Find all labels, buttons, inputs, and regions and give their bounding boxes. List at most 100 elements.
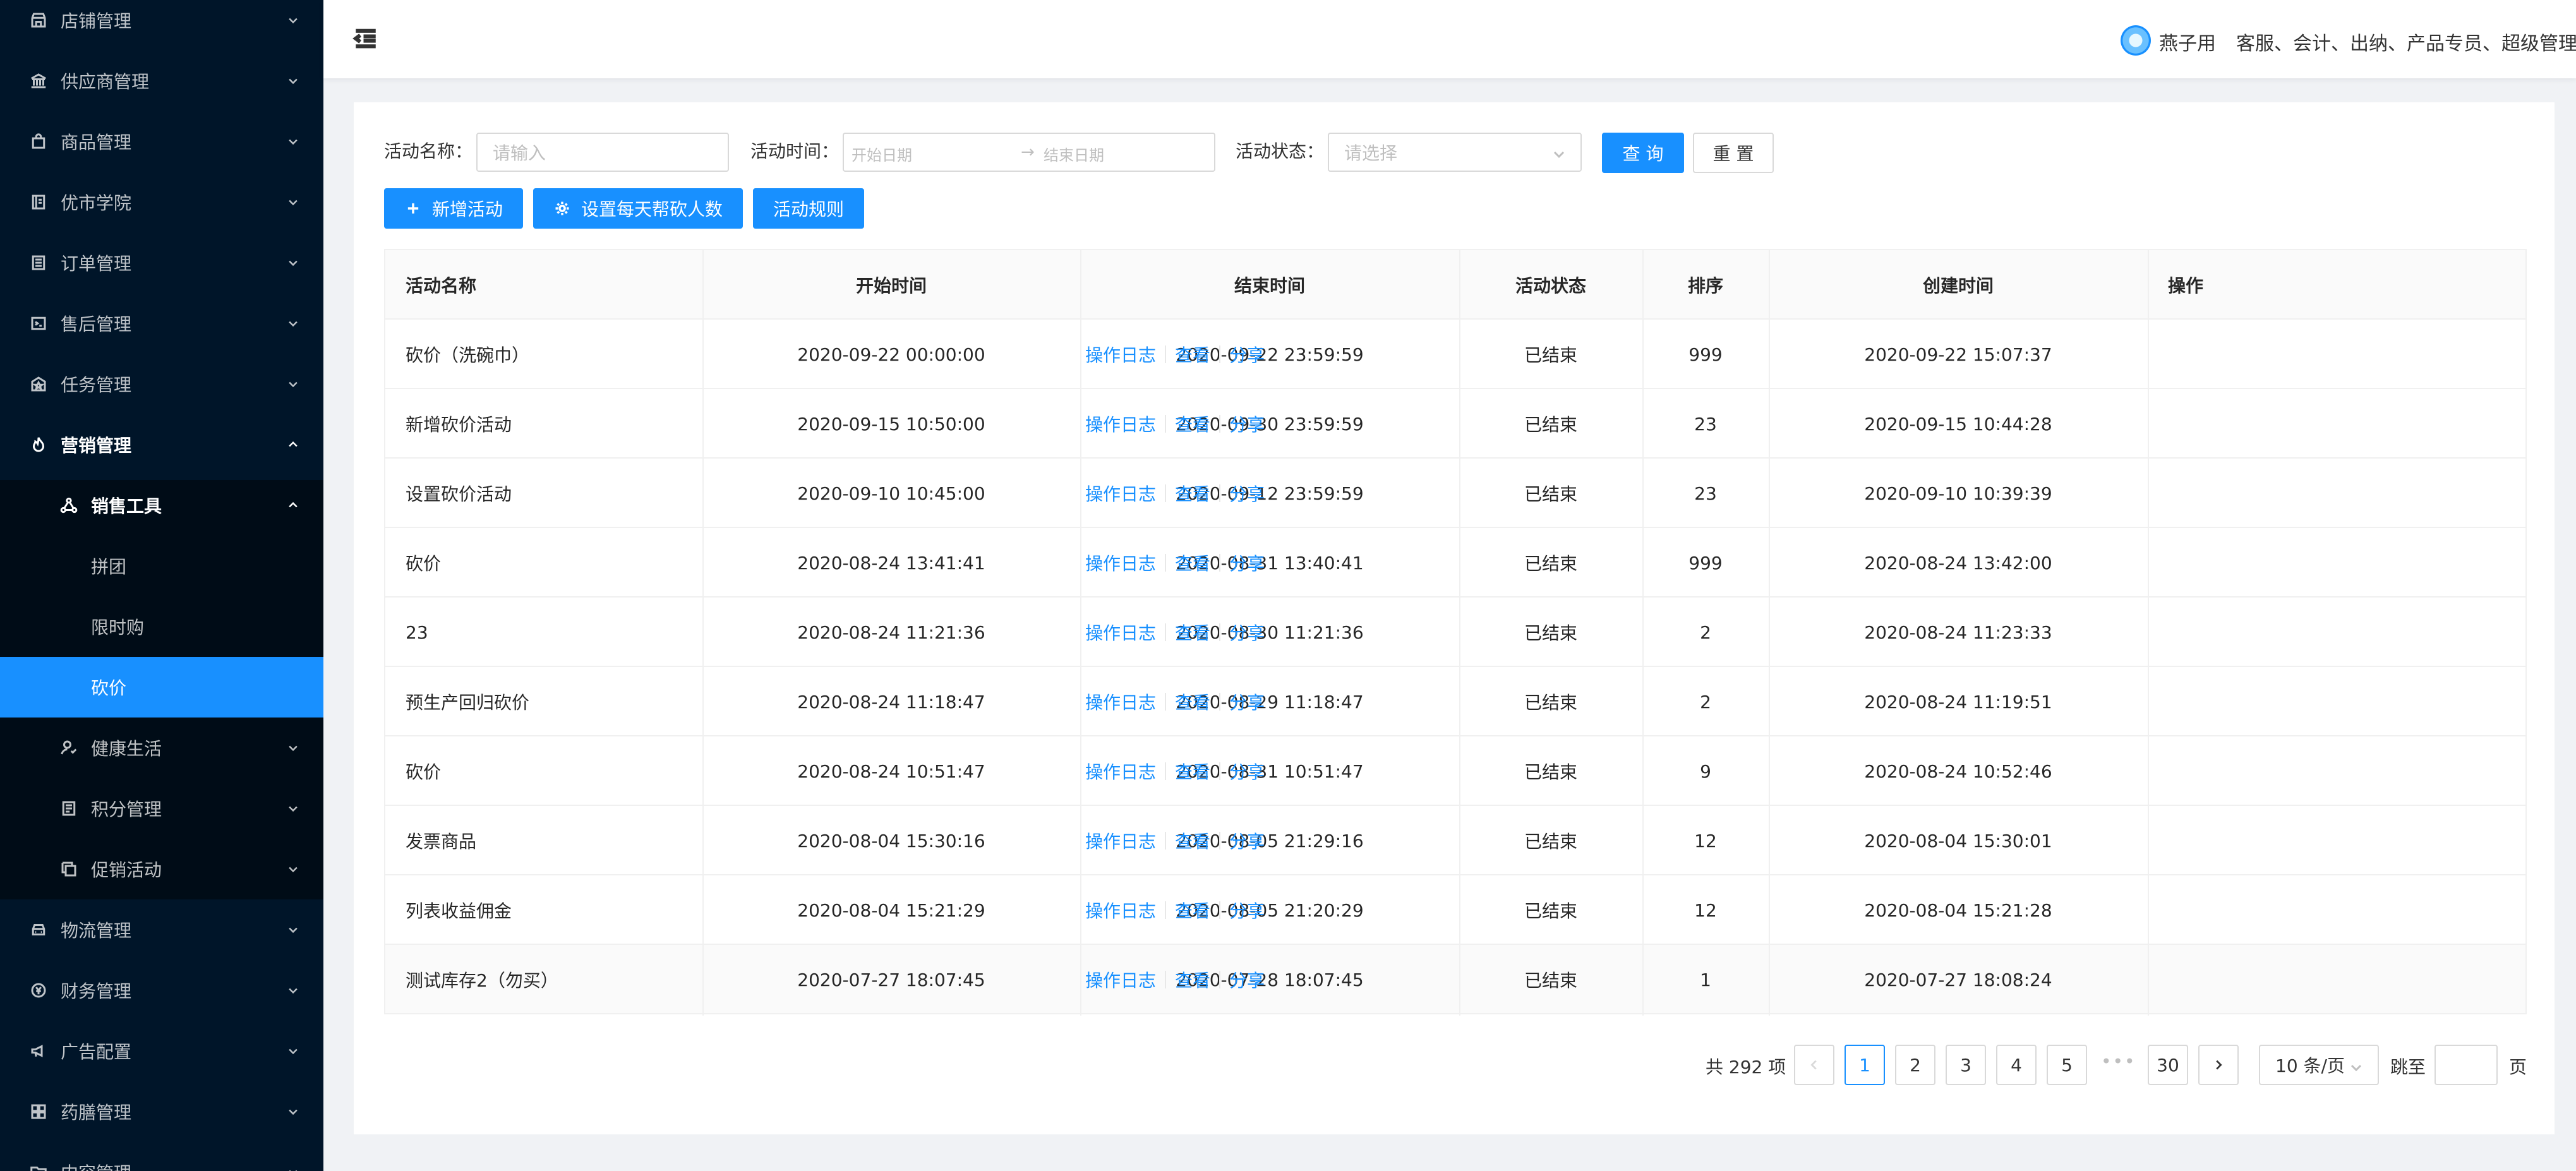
chevron-up-icon [287, 438, 299, 451]
sidebar-item-label: 内容管理 [61, 1160, 131, 1171]
view-link[interactable]: 查看 [1175, 342, 1210, 367]
sidebar-item-orders[interactable]: 订单管理 [0, 232, 323, 293]
operation-log-link[interactable]: 操作日志 [1085, 898, 1156, 923]
operation-log-link[interactable]: 操作日志 [1085, 550, 1156, 575]
operation-log-link[interactable]: 操作日志 [1085, 620, 1156, 645]
sidebar-item-bargain[interactable]: 砍价 [0, 657, 323, 718]
sidebar-item-shop[interactable]: 店铺管理 [0, 0, 323, 51]
query-button[interactable]: 查 询 [1602, 133, 1684, 173]
sidebar-item-goods[interactable]: 商品管理 [0, 111, 323, 172]
pagination-page-1[interactable]: 1 [1845, 1045, 1885, 1085]
sidebar-item-promotion[interactable]: 促销活动 [0, 839, 323, 899]
share-link[interactable]: 分享 [1229, 967, 1265, 992]
sidebar-item-label: 任务管理 [61, 375, 132, 395]
sidebar-item-group-buy[interactable]: 拼团 [0, 536, 323, 596]
chevron-down-icon [287, 863, 299, 875]
cell-sort: 12 [1694, 830, 1717, 851]
sidebar-item-supplier[interactable]: 供应商管理 [0, 51, 323, 111]
cell-created-time: 2020-08-04 15:30:01 [1864, 830, 2052, 851]
share-link[interactable]: 分享 [1229, 620, 1265, 645]
chevron-down-icon [287, 742, 299, 754]
pagination-jump-next[interactable]: ••• [2101, 1051, 2135, 1072]
activity-status-select[interactable]: 请选择 [1328, 133, 1582, 172]
pagination-page-last[interactable]: 30 [2148, 1045, 2188, 1085]
sidebar-item-points[interactable]: 积分管理 [0, 778, 323, 839]
cell-sort: 999 [1688, 344, 1723, 365]
activity-name-input[interactable]: 请输入 [476, 133, 729, 172]
share-link[interactable]: 分享 [1229, 689, 1265, 714]
pagination-next[interactable] [2198, 1045, 2239, 1085]
chevron-up-icon [287, 499, 299, 512]
operation-log-link[interactable]: 操作日志 [1085, 342, 1156, 367]
sidebar-item-sales-tools[interactable]: 销售工具 [0, 475, 323, 536]
set-daily-helpers-button[interactable]: 设置每天帮砍人数 [533, 188, 743, 229]
sidebar-item-diet[interactable]: 药膳管理 [0, 1081, 323, 1142]
pagination-page-2[interactable]: 2 [1895, 1045, 1935, 1085]
sidebar-item-label: 健康生活 [91, 738, 162, 759]
operation-log-link[interactable]: 操作日志 [1085, 759, 1156, 784]
user-name[interactable]: 燕子用 [2159, 28, 2216, 56]
view-link[interactable]: 查看 [1175, 411, 1210, 436]
activity-time-label: 活动时间： [750, 141, 840, 162]
operation-log-link[interactable]: 操作日志 [1085, 481, 1156, 506]
cell-status: 已结束 [1524, 484, 1577, 505]
sidebar-item-marketing[interactable]: 营销管理 [0, 414, 323, 475]
action-divider [1219, 693, 1221, 711]
cell-sort: 2 [1700, 622, 1711, 643]
sidebar-item-academy[interactable]: 优市学院 [0, 172, 323, 232]
activity-date-range-picker[interactable]: 开始日期 → 结束日期 [843, 133, 1215, 172]
pagination-page-suffix: 页 [2509, 1057, 2527, 1078]
activity-rules-button[interactable]: 活动规则 [753, 188, 864, 229]
sidebar-item-health[interactable]: 健康生活 [0, 718, 323, 778]
sidebar-item-ads[interactable]: 广告配置 [0, 1021, 323, 1081]
pagination-page-3[interactable]: 3 [1946, 1045, 1986, 1085]
sidebar-item-label: 商品管理 [61, 132, 132, 153]
share-link[interactable]: 分享 [1229, 411, 1265, 436]
pagination-prev[interactable] [1794, 1045, 1834, 1085]
view-link[interactable]: 查看 [1175, 828, 1210, 853]
view-link[interactable]: 查看 [1175, 689, 1210, 714]
share-link[interactable]: 分享 [1229, 828, 1265, 853]
sidebar-item-flash-sale[interactable]: 限时购 [0, 596, 323, 657]
operation-log-link[interactable]: 操作日志 [1085, 967, 1156, 992]
money-icon [29, 981, 48, 1000]
view-link[interactable]: 查看 [1175, 481, 1210, 506]
operation-log-link[interactable]: 操作日志 [1085, 411, 1156, 436]
share-link[interactable]: 分享 [1229, 550, 1265, 575]
menu-fold-icon[interactable] [352, 25, 379, 52]
add-activity-label: 新增活动 [431, 199, 503, 220]
view-link[interactable]: 查看 [1175, 759, 1210, 784]
sidebar-item-finance[interactable]: 财务管理 [0, 960, 323, 1021]
operation-log-link[interactable]: 操作日志 [1085, 689, 1156, 714]
status-placeholder: 请选择 [1344, 143, 1398, 164]
share-link[interactable]: 分享 [1229, 342, 1265, 367]
page-size-select[interactable]: 10 条/页 [2259, 1045, 2379, 1085]
sidebar-item-content[interactable]: 内容管理 [0, 1142, 323, 1171]
view-link[interactable]: 查看 [1175, 620, 1210, 645]
view-link[interactable]: 查看 [1175, 898, 1210, 923]
reset-button[interactable]: 重 置 [1693, 133, 1774, 173]
cell-created-time: 2020-09-10 10:39:39 [1864, 483, 2052, 504]
cell-created-time: 2020-08-24 13:42:00 [1864, 552, 2052, 573]
share-link[interactable]: 分享 [1229, 481, 1265, 506]
share-link[interactable]: 分享 [1229, 898, 1265, 923]
view-link[interactable]: 查看 [1175, 967, 1210, 992]
copy-icon [59, 860, 78, 879]
view-link[interactable]: 查看 [1175, 550, 1210, 575]
sidebar-item-tasks[interactable]: 任务管理 [0, 354, 323, 414]
pagination-page-4[interactable]: 4 [1996, 1045, 2037, 1085]
action-divider [1165, 415, 1167, 433]
pagination-jump-input[interactable] [2435, 1045, 2498, 1085]
sidebar-item-logistics[interactable]: 物流管理 [0, 899, 323, 960]
add-activity-button[interactable]: 新增活动 [384, 188, 523, 229]
chevron-down-icon [287, 378, 299, 390]
share-link[interactable]: 分享 [1229, 759, 1265, 784]
chevron-down-icon [287, 256, 299, 269]
sidebar-item-aftersale[interactable]: 售后管理 [0, 293, 323, 354]
column-divider [2148, 250, 2149, 1016]
pagination-page-5[interactable]: 5 [2047, 1045, 2087, 1085]
operation-log-link[interactable]: 操作日志 [1085, 828, 1156, 853]
chevron-right-icon [2212, 1058, 2225, 1072]
avatar[interactable] [2121, 25, 2151, 56]
activity-status-label: 活动状态： [1236, 141, 1325, 162]
